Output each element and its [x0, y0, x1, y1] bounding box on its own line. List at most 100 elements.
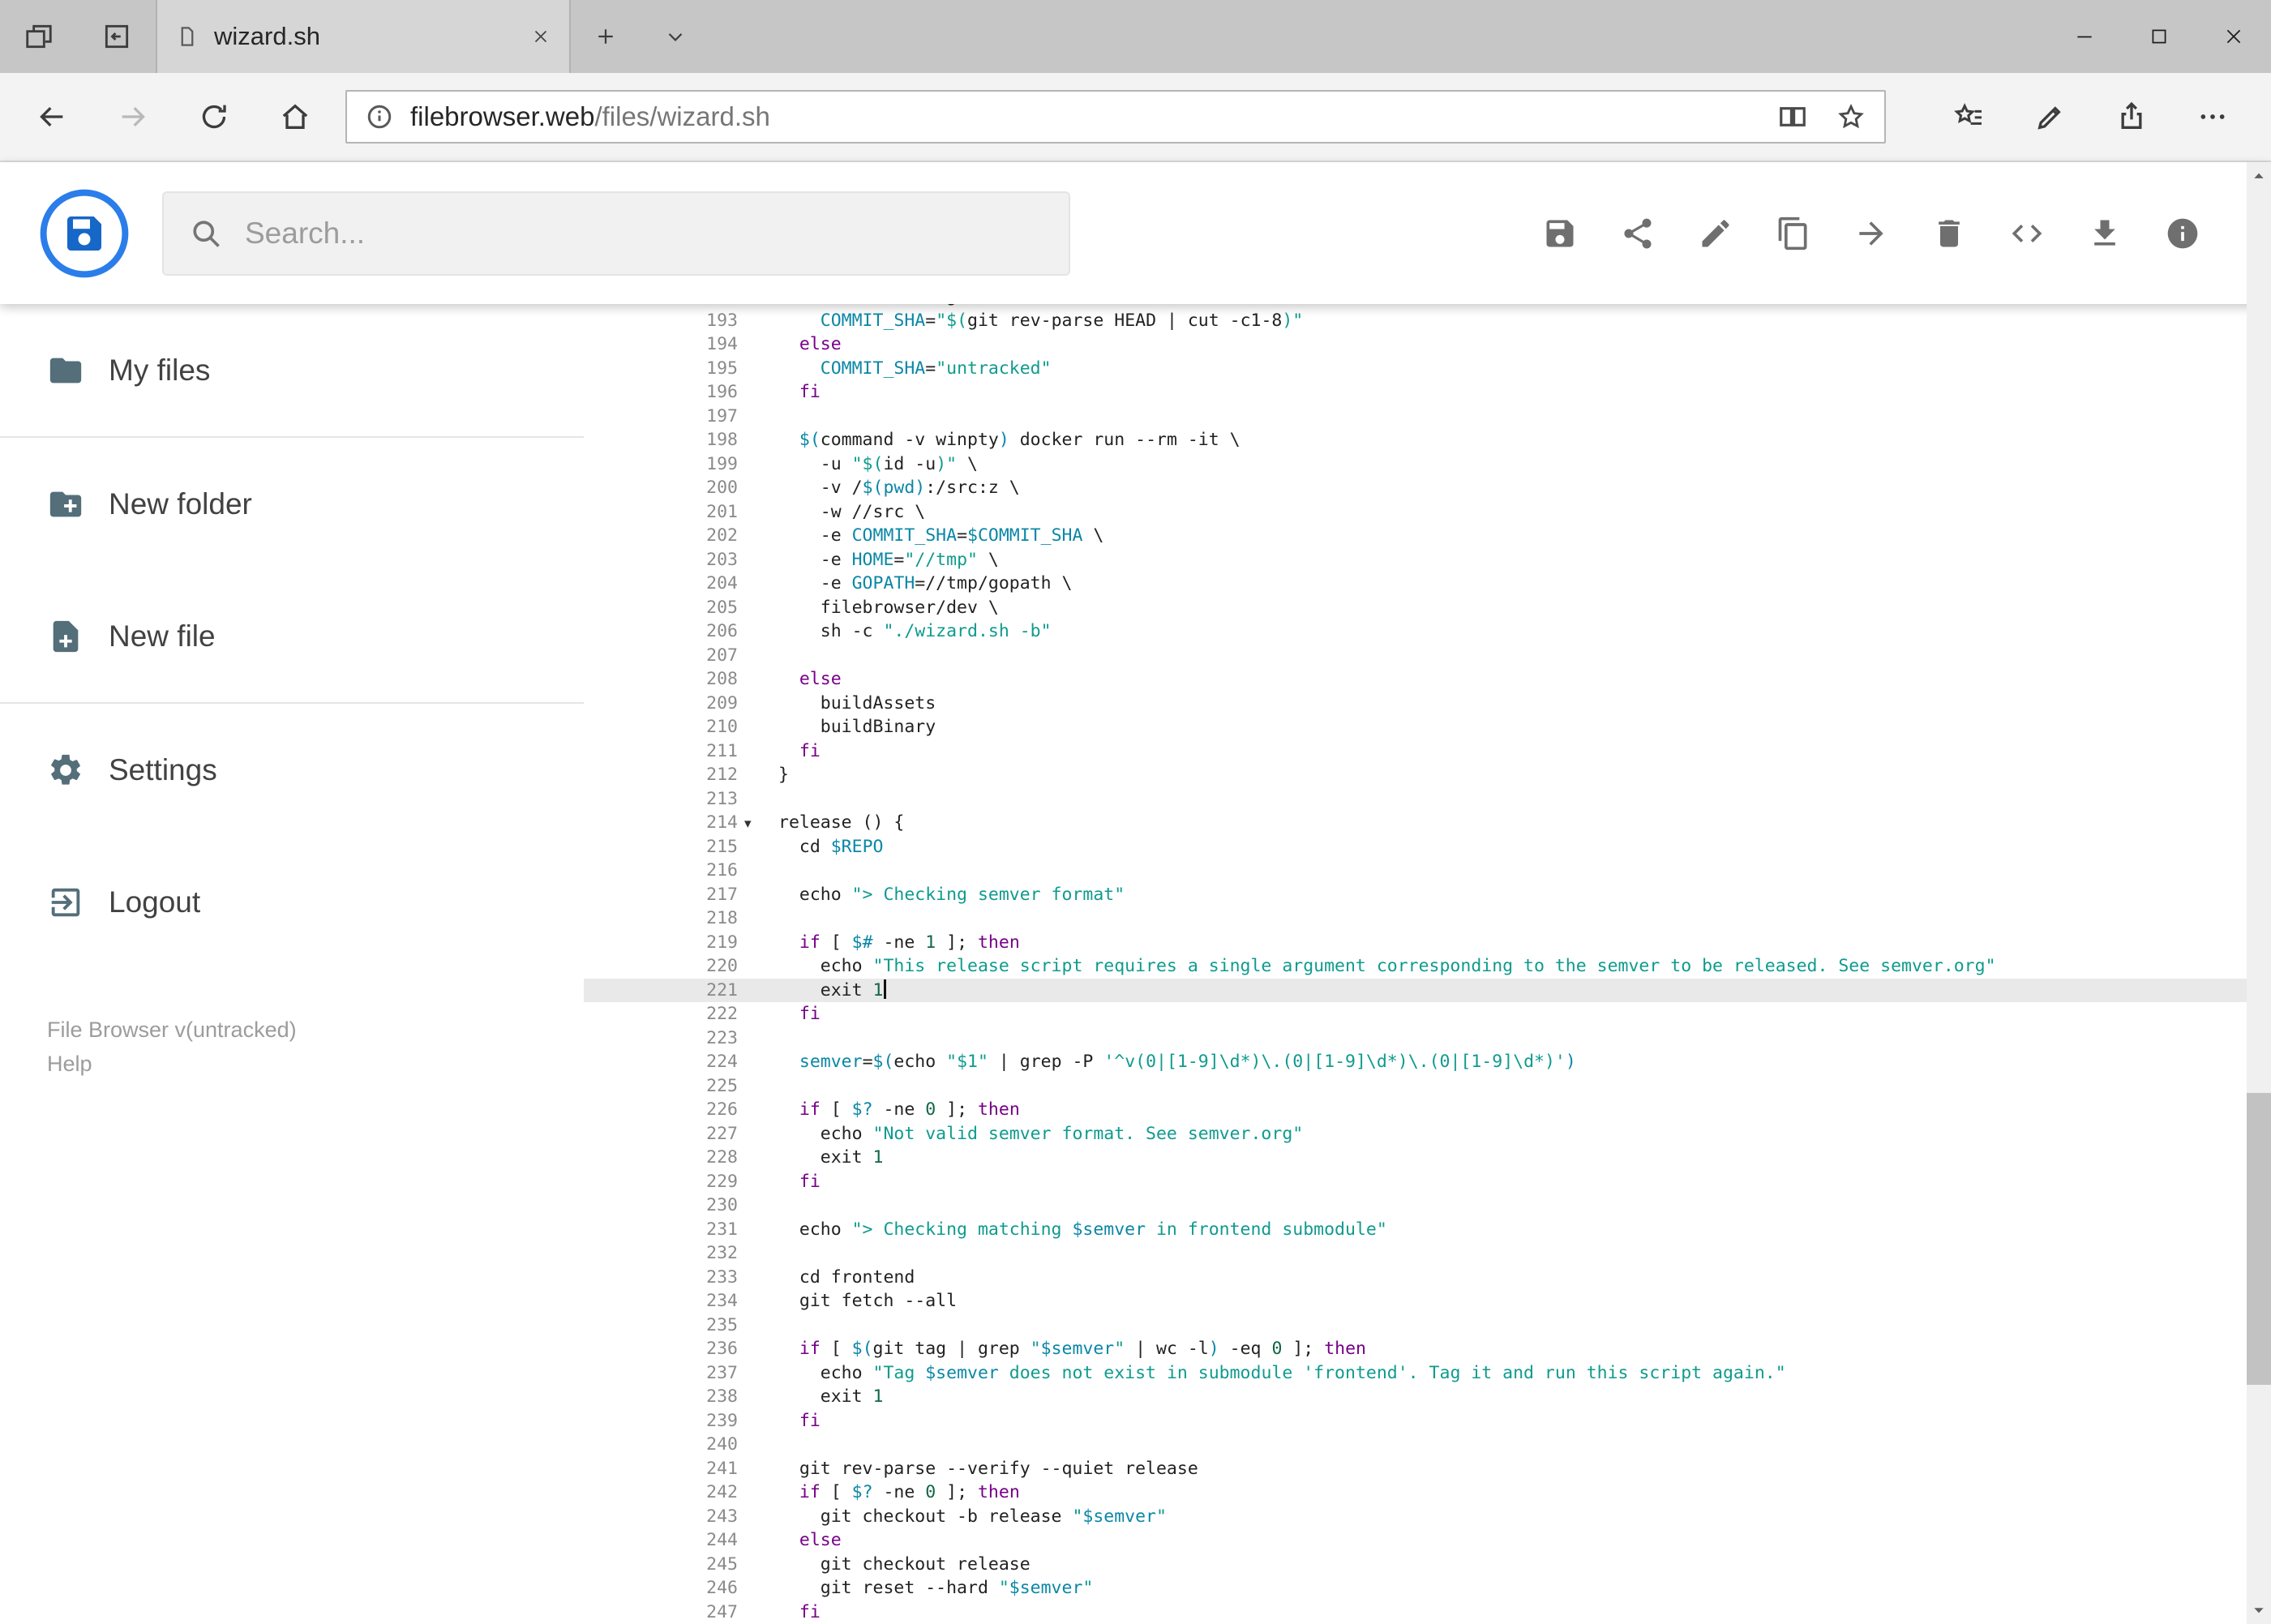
sidebar-item-new-folder[interactable]: New folder — [0, 438, 584, 570]
code-line[interactable]: 245 git checkout release — [584, 1553, 2271, 1577]
more-options-icon[interactable] — [2172, 101, 2253, 133]
search-box[interactable] — [162, 191, 1070, 276]
code-line[interactable]: 196 fi — [584, 380, 2271, 405]
code-line[interactable]: 205 filebrowser/dev \ — [584, 596, 2271, 620]
code-line[interactable]: 224 semver=$(echo "$1" | grep -P '^v(0|[… — [584, 1050, 2271, 1074]
maximize-button[interactable] — [2122, 0, 2196, 73]
filebrowser-logo-icon[interactable] — [39, 188, 130, 279]
code-line[interactable]: 238 exit 1 — [584, 1385, 2271, 1409]
save-button[interactable] — [1541, 215, 1579, 252]
scrollbar-thumb[interactable] — [2247, 1093, 2271, 1385]
code-line[interactable]: 219 if [ $# -ne 1 ]; then — [584, 931, 2271, 955]
code-line[interactable]: 214 ▾ release () { — [584, 811, 2271, 835]
code-line[interactable]: 221 exit 1 — [584, 978, 2271, 1002]
code-line[interactable]: 242 if [ $? -ne 0 ]; then — [584, 1480, 2271, 1505]
reading-view-icon[interactable] — [1777, 101, 1808, 132]
code-line[interactable]: 241 git rev-parse --verify --quiet relea… — [584, 1457, 2271, 1481]
code-line[interactable]: 236 if [ $(git tag | grep "$semver" | wc… — [584, 1337, 2271, 1361]
code-line[interactable]: 246 git reset --hard "$semver" — [584, 1576, 2271, 1600]
share-icon[interactable] — [2091, 101, 2172, 133]
move-button[interactable] — [1853, 215, 1890, 252]
help-link[interactable]: Help — [47, 1048, 584, 1082]
code-line[interactable]: 247 fi — [584, 1600, 2271, 1624]
code-line[interactable]: 228 exit 1 — [584, 1146, 2271, 1170]
url-text[interactable]: filebrowser.web/files/wizard.sh — [410, 101, 1750, 132]
code-line[interactable]: 199 -u "$(id -u)" \ — [584, 452, 2271, 477]
address-bar[interactable]: filebrowser.web/files/wizard.sh — [345, 90, 1886, 144]
code-line[interactable]: 232 — [584, 1241, 2271, 1266]
fold-arrow-icon[interactable]: ▾ — [744, 812, 752, 836]
code-line[interactable]: 198 $(command -v winpty) docker run --rm… — [584, 428, 2271, 452]
edit-button[interactable] — [1697, 215, 1734, 252]
code-line[interactable]: 233 cd frontend — [584, 1266, 2271, 1290]
code-line[interactable]: 202 -e COMMIT_SHA=$COMMIT_SHA \ — [584, 524, 2271, 548]
code-line[interactable]: 206 sh -c "./wizard.sh -b" — [584, 619, 2271, 644]
sidebar-item-logout[interactable]: Logout — [0, 836, 584, 968]
delete-button[interactable] — [1930, 215, 1968, 252]
copy-button[interactable] — [1775, 215, 1812, 252]
vertical-scrollbar[interactable] — [2247, 162, 2271, 1624]
code-line[interactable]: 197 — [584, 405, 2271, 429]
sidebar-item-settings[interactable]: Settings — [0, 704, 584, 836]
code-line[interactable]: 220 echo "This release script requires a… — [584, 954, 2271, 979]
code-line[interactable]: 210 buildBinary — [584, 715, 2271, 739]
code-line[interactable]: 234 git fetch --all — [584, 1289, 2271, 1313]
share-file-button[interactable] — [1619, 215, 1656, 252]
tabs-you-set-aside-icon[interactable] — [16, 21, 62, 52]
scroll-up-arrow-icon[interactable] — [2247, 162, 2271, 190]
code-line[interactable]: 193 COMMIT_SHA="$(git rev-parse HEAD | c… — [584, 309, 2271, 333]
code-line[interactable]: 208 else — [584, 667, 2271, 692]
code-line[interactable]: 237 echo "Tag $semver does not exist in … — [584, 1361, 2271, 1386]
code-line[interactable]: 204 -e GOPATH=//tmp/gopath \ — [584, 572, 2271, 596]
code-line[interactable]: 226 if [ $? -ne 0 ]; then — [584, 1098, 2271, 1122]
code-line[interactable]: 217 echo "> Checking semver format" — [584, 883, 2271, 907]
minimize-button[interactable] — [2047, 0, 2122, 73]
close-window-button[interactable] — [2196, 0, 2271, 73]
code-line[interactable]: 235 — [584, 1313, 2271, 1338]
code-line[interactable]: 215 cd $REPO — [584, 835, 2271, 859]
code-line[interactable]: 200 -v /$(pwd):/src:z \ — [584, 476, 2271, 500]
code-line[interactable]: 240 — [584, 1433, 2271, 1457]
sidebar-item-new-file[interactable]: New file — [0, 570, 584, 702]
browser-tab[interactable]: wizard.sh — [156, 0, 571, 73]
search-input[interactable] — [245, 216, 1044, 251]
code-line[interactable]: 225 — [584, 1074, 2271, 1099]
code-line[interactable]: 243 git checkout -b release "$semver" — [584, 1505, 2271, 1529]
code-line[interactable]: 231 echo "> Checking matching $semver in… — [584, 1218, 2271, 1242]
code-line[interactable]: 201 -w //src \ — [584, 500, 2271, 525]
code-line[interactable]: 230 — [584, 1193, 2271, 1218]
scroll-down-arrow-icon[interactable] — [2247, 1596, 2271, 1624]
code-editor[interactable]: 192 if [ -d /src/.git ]; then193 COMMIT_… — [584, 304, 2271, 1624]
code-view-button[interactable] — [2008, 215, 2046, 252]
code-line[interactable]: 222 fi — [584, 1002, 2271, 1026]
forward-button[interactable] — [92, 73, 174, 161]
site-info-icon[interactable] — [365, 102, 394, 131]
home-button[interactable] — [255, 73, 336, 161]
code-line[interactable]: 223 — [584, 1026, 2271, 1051]
tab-close-icon[interactable] — [530, 26, 551, 47]
tab-preview-chevron-icon[interactable] — [641, 0, 710, 73]
sidebar-item-my-files[interactable]: My files — [0, 304, 584, 436]
back-button[interactable] — [11, 73, 92, 161]
favorites-star-icon[interactable] — [1836, 101, 1866, 132]
code-line[interactable]: 218 — [584, 906, 2271, 931]
refresh-button[interactable] — [174, 73, 255, 161]
code-line[interactable]: 213 — [584, 787, 2271, 812]
hub-favorites-icon[interactable] — [1929, 101, 2010, 133]
code-line[interactable]: 209 buildAssets — [584, 692, 2271, 716]
code-line[interactable]: 244 else — [584, 1528, 2271, 1553]
code-line[interactable]: 229 fi — [584, 1170, 2271, 1194]
code-line[interactable]: 212} — [584, 763, 2271, 787]
web-note-pen-icon[interactable] — [2010, 101, 2091, 133]
info-button[interactable] — [2164, 215, 2201, 252]
download-button[interactable] — [2086, 215, 2123, 252]
code-line[interactable]: 211 fi — [584, 739, 2271, 764]
code-line[interactable]: 195 COMMIT_SHA="untracked" — [584, 357, 2271, 381]
code-line[interactable]: 239 fi — [584, 1409, 2271, 1433]
new-tab-button[interactable] — [571, 0, 641, 73]
code-line[interactable]: 203 -e HOME="//tmp" \ — [584, 548, 2271, 572]
code-line[interactable]: 227 echo "Not valid semver format. See s… — [584, 1122, 2271, 1146]
code-line[interactable]: 216 — [584, 859, 2271, 883]
set-tabs-aside-icon[interactable] — [94, 21, 139, 52]
code-line[interactable]: 194 else — [584, 332, 2271, 357]
